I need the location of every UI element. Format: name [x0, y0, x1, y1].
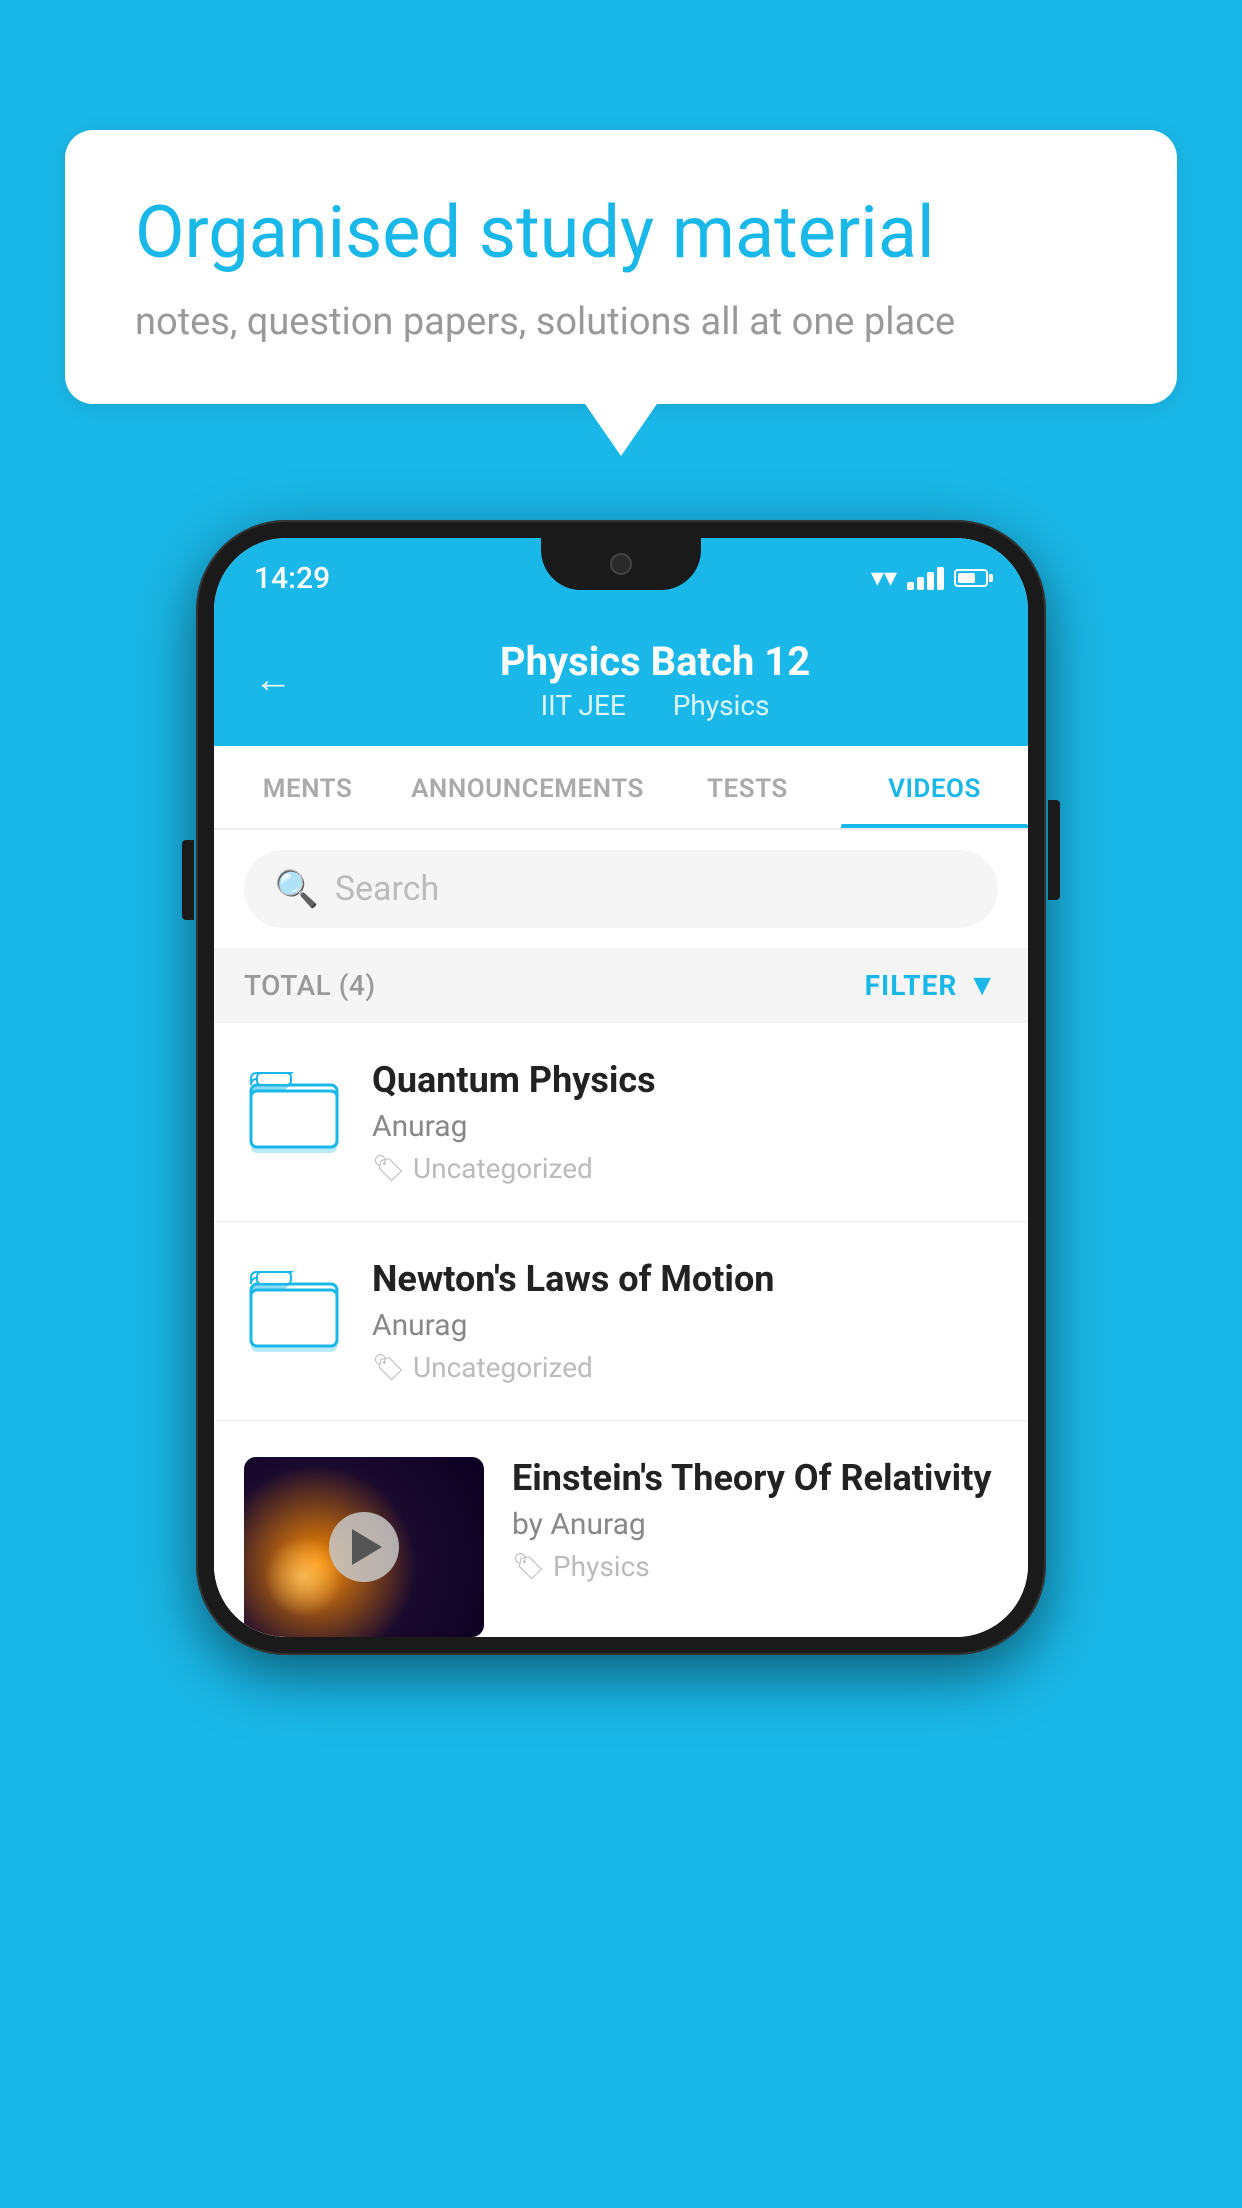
tab-videos[interactable]: VIDEOS — [841, 746, 1028, 828]
batch-title: Physics Batch 12 — [322, 638, 988, 685]
tab-announcements[interactable]: ANNOUNCEMENTS — [401, 746, 654, 828]
list-item[interactable]: Einstein's Theory Of Relativity by Anura… — [214, 1421, 1028, 1637]
tag-icon: 🏷 — [372, 1154, 405, 1184]
video-author: Anurag — [372, 1109, 998, 1144]
notch — [541, 538, 701, 590]
speech-bubble-section: Organised study material notes, question… — [65, 130, 1177, 404]
video-info: Quantum Physics Anurag 🏷 Uncategorized — [372, 1059, 998, 1185]
tab-bar: MENTS ANNOUNCEMENTS TESTS VIDEOS — [214, 746, 1028, 830]
batch-subtitle: IIT JEE Physics — [322, 689, 988, 722]
video-title: Quantum Physics — [372, 1059, 998, 1101]
video-author: by Anurag — [512, 1507, 998, 1542]
video-tag-row: 🏷 Uncategorized — [372, 1152, 998, 1185]
phone-outer: 14:29 ▾▾ — [196, 520, 1046, 1655]
tag-label: Physics — [553, 1550, 650, 1583]
list-item[interactable]: Newton's Laws of Motion Anurag 🏷 Uncateg… — [214, 1222, 1028, 1421]
folder-icon — [244, 1262, 344, 1362]
video-info: Newton's Laws of Motion Anurag 🏷 Uncateg… — [372, 1258, 998, 1384]
back-button[interactable]: ← — [254, 658, 292, 702]
tag-icon: 🏷 — [512, 1552, 545, 1582]
video-title: Newton's Laws of Motion — [372, 1258, 998, 1300]
video-author: Anurag — [372, 1308, 998, 1343]
video-title: Einstein's Theory Of Relativity — [512, 1457, 998, 1499]
play-triangle — [352, 1529, 382, 1565]
video-thumbnail — [244, 1457, 484, 1637]
search-bar[interactable]: 🔍 Search — [244, 850, 998, 928]
video-info: Einstein's Theory Of Relativity by Anura… — [512, 1457, 998, 1583]
phone-screen: 14:29 ▾▾ — [214, 538, 1028, 1637]
search-container: 🔍 Search — [214, 830, 1028, 948]
camera-dot — [610, 553, 632, 575]
status-bar: 14:29 ▾▾ — [214, 538, 1028, 618]
filter-button[interactable]: FILTER ▼ — [865, 968, 998, 1003]
list-item[interactable]: Quantum Physics Anurag 🏷 Uncategorized — [214, 1023, 1028, 1222]
video-tag-row: 🏷 Uncategorized — [372, 1351, 998, 1384]
play-button[interactable] — [329, 1512, 399, 1582]
search-icon: 🔍 — [274, 868, 319, 910]
tab-ments[interactable]: MENTS — [214, 746, 401, 828]
signal-icon — [907, 566, 944, 590]
battery-icon — [954, 569, 988, 587]
battery-fill — [958, 573, 975, 583]
subtitle-part2: Physics — [673, 689, 770, 722]
bubble-subtitle: notes, question papers, solutions all at… — [135, 300, 1107, 344]
play-overlay — [244, 1457, 484, 1637]
filter-icon: ▼ — [967, 968, 998, 1003]
search-placeholder: Search — [335, 869, 439, 909]
app-header: ← Physics Batch 12 IIT JEE Physics — [214, 618, 1028, 746]
bubble-title: Organised study material — [135, 190, 1107, 276]
video-tag-row: 🏷 Physics — [512, 1550, 998, 1583]
filter-label: FILTER — [865, 969, 958, 1002]
folder-icon — [244, 1063, 344, 1163]
tag-label: Uncategorized — [413, 1351, 593, 1384]
tab-tests[interactable]: TESTS — [654, 746, 841, 828]
total-count: TOTAL (4) — [244, 969, 376, 1002]
status-time: 14:29 — [254, 561, 330, 596]
speech-bubble: Organised study material notes, question… — [65, 130, 1177, 404]
header-title-group: Physics Batch 12 IIT JEE Physics — [322, 638, 988, 722]
tag-icon: 🏷 — [372, 1353, 405, 1383]
wifi-icon: ▾▾ — [871, 563, 897, 593]
filter-bar: TOTAL (4) FILTER ▼ — [214, 948, 1028, 1023]
video-list: Quantum Physics Anurag 🏷 Uncategorized — [214, 1023, 1028, 1637]
status-icons: ▾▾ — [871, 563, 988, 593]
subtitle-part1: IIT JEE — [541, 689, 626, 722]
phone-mockup: 14:29 ▾▾ — [196, 520, 1046, 1655]
tag-label: Uncategorized — [413, 1152, 593, 1185]
